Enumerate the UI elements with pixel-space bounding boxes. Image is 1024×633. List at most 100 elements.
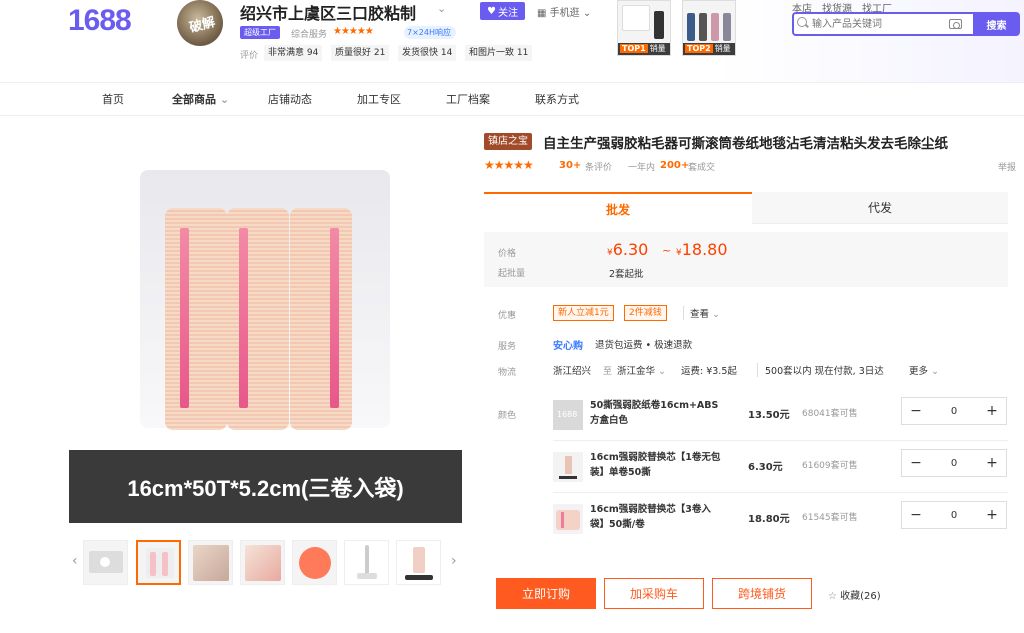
shop-avatar[interactable]: 破解 [177, 0, 223, 46]
sold-count: 200+ [660, 160, 690, 171]
thumbnail[interactable] [188, 540, 233, 585]
minus-button[interactable]: − [902, 507, 930, 523]
promo-view[interactable]: 查看 ⌄ [683, 306, 720, 320]
header-divider [0, 82, 1024, 83]
top-product-2[interactable]: TOP2 销量 [682, 0, 736, 56]
sku-thumbnail[interactable] [553, 452, 583, 482]
nav-processing[interactable]: 加工专区 [357, 91, 401, 107]
tab-wholesale[interactable]: 批发 [484, 192, 752, 224]
gallery-prev-arrow[interactable]: ‹ [72, 553, 78, 569]
coupon-tag[interactable]: 2件减钱 [624, 305, 667, 321]
sku-divider [553, 440, 1008, 441]
sku-thumbnail[interactable]: 1688 [553, 400, 583, 430]
response-badge: 7×24H响应 [404, 26, 456, 39]
plus-button[interactable]: + [978, 403, 1006, 419]
nav-contact[interactable]: 联系方式 [535, 91, 579, 107]
thumbnail[interactable] [396, 540, 441, 585]
sku-thumbnail[interactable] [553, 504, 583, 534]
rank-tail: 销量 [714, 44, 731, 53]
review-count[interactable]: 30+ [559, 160, 581, 171]
top-product-1[interactable]: TOP1 销量 [617, 0, 671, 56]
rank-tail: 销量 [649, 44, 666, 53]
follow-button[interactable]: ♥ 关注 [480, 2, 525, 20]
nav-factory-profile[interactable]: 工厂档案 [446, 91, 490, 107]
nav-all-products-label: 全部商品 [172, 93, 216, 106]
price-high-value: 18.80 [681, 240, 728, 259]
follow-label: 关注 [497, 7, 518, 19]
ship-to[interactable]: 浙江金华 ⌄ [617, 363, 666, 377]
thumbnail[interactable] [344, 540, 389, 585]
chevron-down-icon: ⌄ [928, 366, 939, 377]
sku-name: 16cm强弱胶替换芯【1卷无包装】单卷50撕 [590, 452, 721, 478]
minus-button[interactable]: − [902, 455, 930, 471]
mobile-label: 手机逛 [549, 8, 580, 19]
sku-stock: 68041套可售 [802, 409, 858, 419]
report-link[interactable]: 举报 [998, 160, 1016, 173]
plus-button[interactable]: + [978, 507, 1006, 523]
order-now-button[interactable]: 立即订购 [496, 578, 596, 609]
heart-icon: ♥ [487, 5, 496, 17]
favorite-button[interactable]: ☆ 收藏(26) [828, 587, 881, 602]
favorite-label: 收藏(26) [840, 591, 881, 602]
sku-stock: 61545套可售 [802, 513, 858, 523]
cross-border-button[interactable]: 跨境铺货 [712, 578, 812, 609]
product-roll [227, 208, 289, 430]
camera-icon[interactable] [949, 19, 962, 29]
nav-home[interactable]: 首页 [102, 91, 124, 107]
eval-tag[interactable]: 发货很快 14 [398, 45, 457, 61]
price-panel [484, 232, 1008, 287]
logistics-more[interactable]: 更多 ⌄ [909, 363, 939, 377]
coupon-tag[interactable]: 新人立减1元 [553, 305, 614, 321]
sku-color-label: 颜色 [498, 411, 517, 421]
logistics-label: 物流 [498, 368, 517, 378]
minus-button[interactable]: − [902, 403, 930, 419]
ship-to-value: 浙江金华 [617, 366, 656, 377]
nav-shop-news[interactable]: 店铺动态 [268, 91, 312, 107]
rank-label: TOP2 [685, 44, 713, 53]
nav-all-products[interactable]: 全部商品 ⌄ [172, 91, 229, 107]
thumbnail-selected[interactable] [136, 540, 181, 585]
logistics-more-label: 更多 [909, 366, 929, 377]
quantity-value[interactable]: 0 [930, 406, 978, 417]
eval-tag[interactable]: 非常满意 94 [264, 45, 323, 61]
image-caption: 16cm*50T*5.2cm(三卷入袋) [69, 450, 462, 523]
shipping-fee: 运费: ¥3.5起 [681, 366, 737, 377]
plus-button[interactable]: + [978, 455, 1006, 471]
thumbnail[interactable] [240, 540, 285, 585]
site-logo[interactable]: 1688 [68, 4, 132, 38]
thumbnail[interactable] [292, 540, 337, 585]
moq-label: 起批量 [498, 269, 526, 279]
chevron-down-icon[interactable]: ⌄ [437, 2, 446, 15]
sku-price: 13.50元 [748, 410, 790, 421]
sku-stock: 61609套可售 [802, 461, 858, 471]
search-button[interactable]: 搜索 [973, 12, 1020, 36]
shop-name[interactable]: 绍兴市上虞区三口胶粘制 [240, 0, 416, 24]
factory-badge: 超级工厂 [240, 26, 280, 39]
product-roll [165, 208, 227, 430]
quantity-stepper: − 0 + [901, 449, 1007, 477]
delivery-estimate: 500套以内 现在付款, 3日达 [757, 363, 884, 377]
avatar-text: 破解 [188, 14, 218, 37]
sku-row: 1688 50撕强弱胶纸卷16cm+ABS方盒白色 13.50元 68041套可… [553, 396, 1008, 436]
eval-tag[interactable]: 质量很好 21 [331, 45, 390, 61]
anxin-badge[interactable]: 安心购 [553, 337, 583, 352]
quantity-value[interactable]: 0 [930, 510, 978, 521]
sku-name: 50撕强弱胶纸卷16cm+ABS方盒白色 [590, 400, 719, 426]
add-to-cart-button[interactable]: 加采购车 [604, 578, 704, 609]
service-score-label: 综合服务 [291, 30, 328, 40]
thumbnail-video[interactable] [83, 540, 128, 585]
quantity-value[interactable]: 0 [930, 458, 978, 469]
service-items: 退货包运费 • 极速退款 [595, 340, 693, 351]
product-title: 自主生产强弱胶粘毛器可撕滚筒卷纸地毯沾毛清洁粘头发去毛除尘纸 [543, 136, 948, 152]
mobile-browse-link[interactable]: ▦ 手机逛 ⌄ [537, 4, 591, 19]
promo-label: 优惠 [498, 311, 517, 321]
sku-price: 6.30元 [748, 462, 783, 473]
gallery-next-arrow[interactable]: › [451, 553, 457, 569]
search-input[interactable] [812, 14, 952, 34]
tab-dropship[interactable]: 代发 [752, 192, 1008, 224]
sku-row: 16cm强弱胶替换芯【3卷入袋】50撕/卷 18.80元 61545套可售 − … [553, 500, 1008, 540]
qrcode-icon: ▦ [537, 8, 550, 19]
sku-name: 16cm强弱胶替换芯【3卷入袋】50撕/卷 [590, 504, 711, 530]
product-roll [290, 208, 352, 430]
eval-tag[interactable]: 和图片一致 11 [465, 45, 533, 61]
